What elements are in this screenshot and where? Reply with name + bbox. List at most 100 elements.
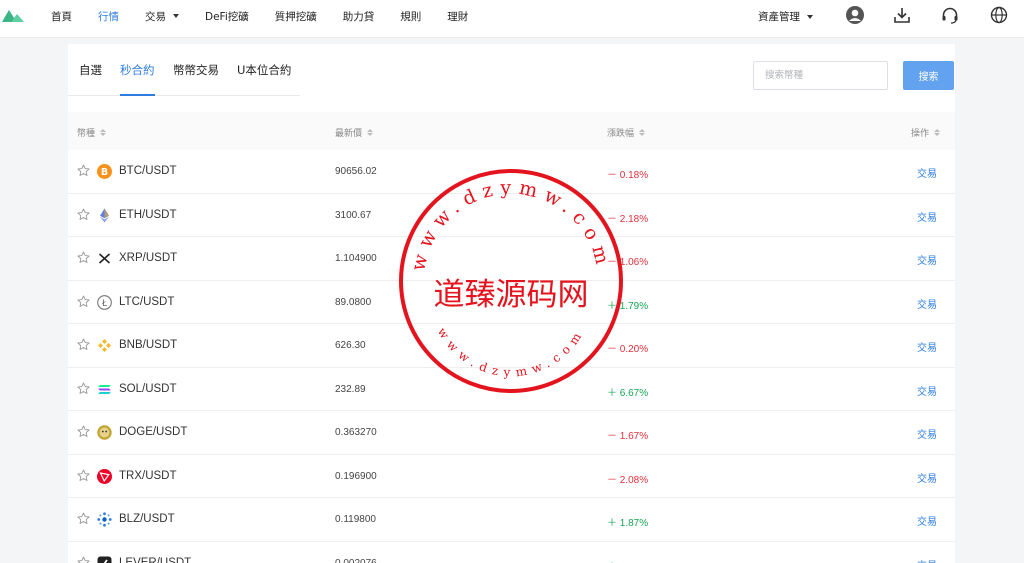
trade-link[interactable]: 交易 [917, 252, 937, 267]
logo-icon[interactable] [2, 7, 24, 23]
sort-icon [367, 128, 374, 137]
nav-item-home[interactable]: 首頁 [51, 9, 72, 24]
trade-link[interactable]: 交易 [917, 557, 937, 563]
user-avatar-icon[interactable] [845, 5, 865, 25]
table-row[interactable]: BLZ/USDT 0.119800 ＋ 1.87% 交易 [68, 498, 955, 542]
pair-name: BLZ/USDT [119, 513, 175, 525]
latest-price: 3100.67 [335, 209, 372, 221]
nav-item-label: 交易 [145, 10, 166, 23]
asset-management-menu[interactable]: 資產管理 [758, 9, 813, 24]
pair-name: BTC/USDT [119, 165, 177, 177]
price-change: － 2.18% [607, 213, 649, 225]
tab-second-contract[interactable]: 秒合約 [120, 62, 155, 78]
price-change: － 1.67% [607, 431, 649, 442]
tab-spot-trading[interactable]: 幣幣交易 [173, 62, 219, 78]
nav-item-label: 首頁 [51, 10, 72, 23]
pair-name: LTC/USDT [119, 295, 175, 308]
nav-item-label: DeFi挖礦 [205, 10, 249, 23]
caret-down-icon [173, 14, 179, 18]
star-icon[interactable] [77, 251, 90, 264]
star-icon[interactable] [77, 382, 90, 395]
star-icon[interactable] [77, 512, 90, 525]
pair-name: LEVER/USDT [119, 556, 192, 563]
trade-link[interactable]: 交易 [917, 470, 937, 485]
sort-icon [639, 128, 646, 137]
nav-item-label: 理財 [447, 10, 469, 23]
svg-text:Ł: Ł [101, 299, 108, 309]
trade-link[interactable]: 交易 [917, 165, 937, 180]
table-row[interactable]: ETH/USDT 3100.67 － 2.18% 交易 [68, 194, 955, 237]
pair-name: DOGE/USDT [119, 426, 188, 438]
btc-icon: B [97, 164, 112, 179]
trade-link[interactable]: 交易 [917, 513, 937, 528]
trade-link[interactable]: 交易 [917, 339, 937, 354]
header-change[interactable]: 漲跌幅 [607, 126, 646, 139]
latest-price: 0.119800 [335, 514, 376, 525]
latest-price: 89.0800 [335, 296, 372, 308]
headset-icon[interactable] [940, 5, 960, 25]
price-change: － 1.06% [607, 257, 649, 268]
globe-icon[interactable] [989, 5, 1009, 25]
bnb-icon [98, 339, 111, 352]
doge-icon [97, 425, 112, 440]
table-row[interactable]: TRX/USDT 0.196900 － 2.08% 交易 [68, 455, 955, 498]
table-row[interactable]: LEVER/USDT 0.002076 ＋ 0.24% 交易 [68, 542, 955, 563]
latest-price: 0.363270 [335, 427, 377, 438]
star-icon[interactable] [77, 338, 90, 351]
download-icon[interactable] [892, 5, 912, 25]
nav-item-staking-mining[interactable]: 質押挖礦 [275, 9, 317, 24]
xrp-icon [98, 253, 111, 264]
table-row[interactable]: B BTC/USDT 90656.02 － 0.18% 交易 [68, 150, 955, 194]
header-action[interactable]: 操作 [911, 126, 941, 139]
blz-icon [97, 512, 112, 527]
caret-down-icon [807, 14, 813, 19]
nav-item-defi-mining[interactable]: DeFi挖礦 [205, 9, 249, 24]
table-row[interactable]: DOGE/USDT 0.363270 － 1.67% 交易 [68, 411, 955, 455]
ltc-icon: Ł [97, 294, 112, 310]
header-coin[interactable]: 幣種 [77, 126, 107, 139]
eth-icon [100, 208, 109, 222]
price-change: ＋ 0.24% [607, 558, 648, 563]
tab-usdt-contract[interactable]: U本位合約 [237, 62, 291, 78]
table-row[interactable]: SOL/USDT 232.89 ＋ 6.67% 交易 [68, 368, 955, 411]
search-input[interactable] [753, 61, 888, 90]
header-label: 最新價 [335, 129, 363, 139]
header-price[interactable]: 最新價 [335, 126, 374, 139]
price-change: － 0.20% [607, 344, 649, 355]
star-icon[interactable] [77, 556, 90, 563]
latest-price: 90656.02 [335, 166, 377, 177]
pair-name: BNB/USDT [119, 339, 178, 351]
search-button[interactable]: 搜索 [903, 61, 954, 90]
trade-link[interactable]: 交易 [917, 426, 937, 441]
top-navbar: 首頁 行情 交易 DeFi挖礦 質押挖礦 助力貸 規則 理財 資產管理 [0, 0, 1024, 38]
nav-item-label: 規則 [400, 10, 422, 23]
price-change: ＋ 1.79% [607, 300, 649, 312]
nav-item-rules[interactable]: 規則 [400, 9, 421, 24]
nav-item-loan[interactable]: 助力貸 [343, 9, 375, 24]
table-row[interactable]: XRP/USDT 1.104900 － 1.06% 交易 [68, 237, 955, 281]
nav-item-label: 質押挖礦 [274, 10, 317, 23]
trade-link[interactable]: 交易 [917, 209, 937, 224]
nav-item-label: 助力貸 [342, 10, 375, 23]
latest-price: 626.30 [335, 340, 366, 351]
star-icon[interactable] [77, 295, 90, 308]
pair-name: TRX/USDT [119, 469, 177, 482]
trade-link[interactable]: 交易 [917, 296, 937, 311]
tab-favorites[interactable]: 自選 [79, 62, 102, 78]
star-icon[interactable] [77, 164, 90, 177]
price-change: ＋ 6.67% [607, 387, 649, 399]
trade-link[interactable]: 交易 [917, 383, 937, 398]
star-icon[interactable] [77, 208, 90, 221]
star-icon[interactable] [77, 469, 90, 482]
price-change: － 0.18% [607, 170, 649, 181]
table-row[interactable]: Ł LTC/USDT 89.0800 ＋ 1.79% 交易 [68, 281, 955, 324]
table-row[interactable]: BNB/USDT 626.30 － 0.20% 交易 [68, 324, 955, 368]
nav-item-finance[interactable]: 理財 [447, 9, 468, 24]
market-table-body: B BTC/USDT 90656.02 － 0.18% 交易 ETH/USDT 3100.6… [68, 150, 955, 563]
sort-icon [100, 128, 107, 137]
star-icon[interactable] [77, 425, 90, 438]
nav-item-market[interactable]: 行情 [98, 9, 119, 24]
nav-item-trade[interactable]: 交易 [145, 9, 179, 24]
price-change: － 2.08% [607, 474, 649, 486]
header-label: 幣種 [77, 129, 96, 139]
